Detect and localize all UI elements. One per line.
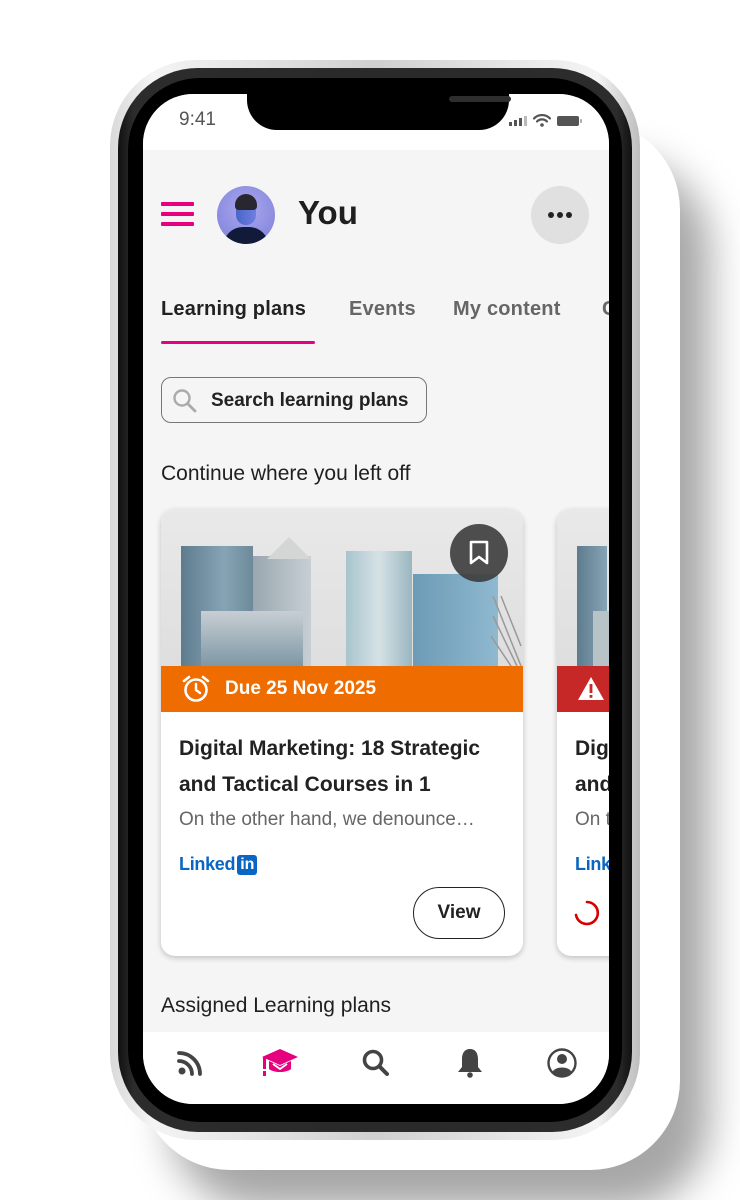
warning-icon bbox=[578, 677, 604, 700]
graduation-cap-icon bbox=[262, 1049, 298, 1076]
tab-overflow[interactable]: C bbox=[602, 298, 609, 321]
more-options-button[interactable] bbox=[531, 186, 589, 244]
loading-spinner-icon bbox=[574, 900, 600, 926]
hamburger-icon[interactable] bbox=[161, 202, 194, 227]
speaker-grille bbox=[449, 96, 511, 102]
overdue-banner bbox=[557, 666, 609, 712]
user-circle-icon bbox=[547, 1048, 577, 1078]
search-placeholder: Search learning plans bbox=[211, 390, 409, 411]
linkedin-logo: Linked in bbox=[179, 854, 258, 875]
card-thumbnail bbox=[557, 509, 609, 666]
learning-plan-card[interactable]: Digital Marketing: 18 Strategic and Tact… bbox=[557, 509, 609, 956]
search-icon bbox=[173, 389, 197, 413]
page-title: You bbox=[298, 194, 358, 231]
search-learning-plans-input[interactable]: Search learning plans bbox=[161, 377, 427, 423]
bookmark-icon bbox=[469, 540, 489, 565]
learning-plan-card[interactable]: Due 25 Nov 2025 Digital Marketing: 18 St… bbox=[161, 509, 523, 956]
section-title-assigned: Assigned Learning plans bbox=[161, 994, 391, 1017]
card-title: Digital Marketing: 18 Strategic and Tact… bbox=[575, 737, 609, 796]
linkedin-logo: Linked in bbox=[575, 854, 609, 875]
tab-learning-plans[interactable]: Learning plans bbox=[161, 298, 306, 321]
crane-decoration bbox=[491, 596, 522, 666]
nav-profile[interactable] bbox=[542, 1046, 582, 1080]
nav-learning[interactable] bbox=[260, 1046, 300, 1080]
status-icons bbox=[509, 114, 582, 127]
section-title-continue: Continue where you left off bbox=[161, 462, 411, 485]
bookmark-button[interactable] bbox=[450, 524, 508, 582]
search-icon bbox=[362, 1049, 389, 1076]
signal-icon bbox=[509, 115, 527, 126]
nav-feed[interactable] bbox=[170, 1046, 210, 1080]
alarm-clock-icon bbox=[182, 675, 210, 702]
nav-search[interactable] bbox=[356, 1046, 396, 1080]
battery-icon bbox=[557, 115, 582, 126]
tab-my-content[interactable]: My content bbox=[453, 298, 561, 321]
more-horizontal-icon bbox=[548, 212, 554, 218]
active-tab-indicator bbox=[161, 341, 315, 344]
bell-icon bbox=[458, 1049, 482, 1078]
avatar[interactable] bbox=[217, 186, 275, 244]
notch bbox=[247, 94, 511, 130]
card-title: Digital Marketing: 18 Strategic and Tact… bbox=[179, 737, 481, 796]
phone-screen: 9:41 You Learning plans Events My conten… bbox=[143, 94, 609, 1104]
view-button[interactable]: View bbox=[413, 887, 505, 939]
status-time: 9:41 bbox=[179, 109, 216, 130]
tab-events[interactable]: Events bbox=[349, 298, 416, 321]
card-description: On the other hand, we denounce… bbox=[575, 809, 609, 830]
wifi-icon bbox=[533, 114, 551, 127]
nav-notifications[interactable] bbox=[450, 1046, 490, 1080]
card-description: On the other hand, we denounce… bbox=[179, 809, 475, 830]
rss-feed-icon bbox=[177, 1051, 202, 1076]
status-bar: 9:41 bbox=[143, 94, 609, 150]
due-date-text: Due 25 Nov 2025 bbox=[225, 678, 377, 699]
app-header: You bbox=[143, 184, 609, 246]
due-date-banner: Due 25 Nov 2025 bbox=[161, 666, 523, 712]
bottom-navigation bbox=[143, 1032, 609, 1104]
